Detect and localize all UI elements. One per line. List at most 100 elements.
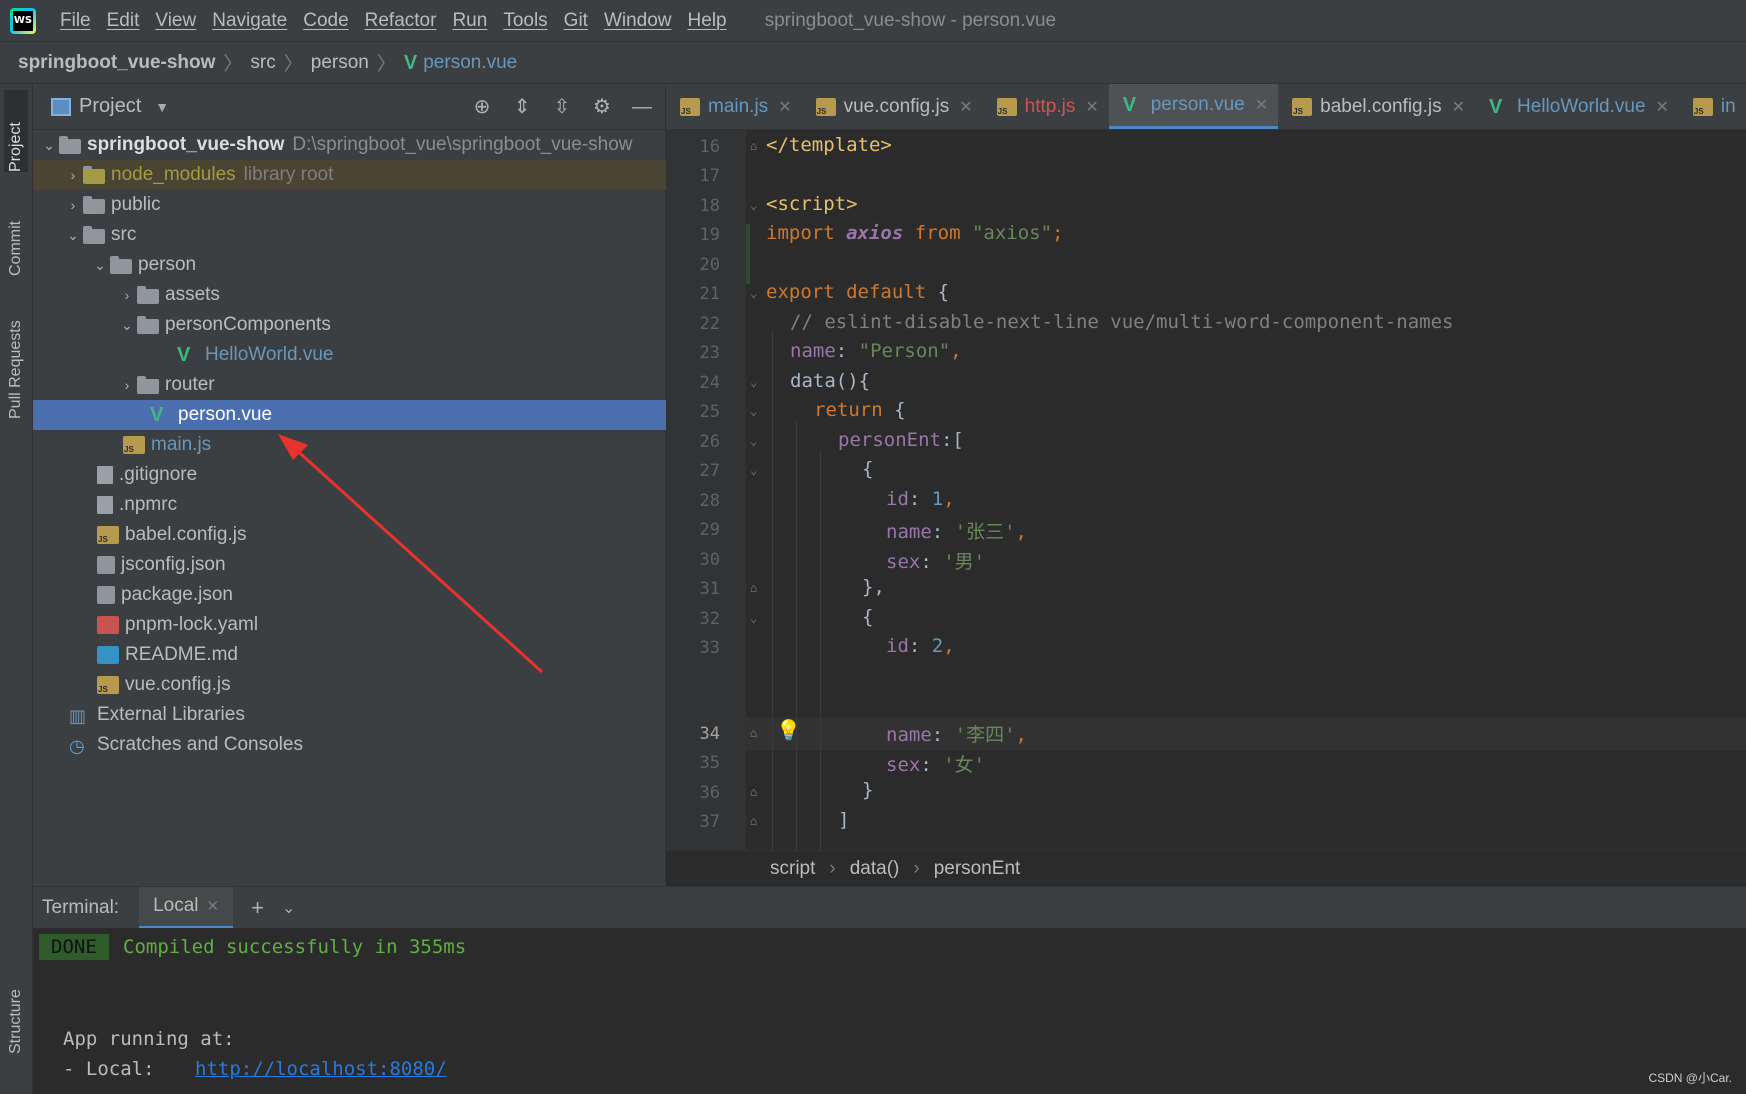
tree-item-node-modules[interactable]: › node_modules library root — [33, 160, 666, 190]
tree-item-person-vue[interactable]: V person.vue — [33, 400, 666, 430]
menu-git[interactable]: Git — [556, 10, 596, 32]
code-editor[interactable]: 16 17 18 19 20 21 22 23 24 25 26 27 28 2… — [666, 130, 1746, 850]
chevron-right-icon[interactable]: › — [63, 197, 83, 213]
fold-marker-icon[interactable]: ⌄ — [750, 404, 762, 418]
chevron-down-icon[interactable]: ⌄ — [282, 898, 295, 918]
tree-item-scratches[interactable]: ◷ Scratches and Consoles — [33, 730, 666, 760]
tab-vue-config-label: vue.config.js — [843, 96, 950, 117]
breadcrumb-project[interactable]: springboot_vue-show — [18, 52, 215, 74]
tree-item-personcomponents[interactable]: ⌄ personComponents — [33, 310, 666, 340]
gear-icon[interactable]: ⚙ — [589, 94, 615, 120]
chevron-right-icon[interactable]: › — [117, 287, 137, 303]
collapse-all-icon[interactable]: ⇳ — [549, 94, 575, 120]
close-icon[interactable]: ✕ — [959, 97, 972, 117]
tool-tab-project[interactable]: Project — [4, 90, 28, 172]
chevron-down-icon[interactable]: ▼ — [155, 99, 169, 115]
fold-marker-icon[interactable]: ⌄ — [750, 286, 762, 300]
chevron-down-icon[interactable]: ⌄ — [39, 137, 59, 154]
editor-crumb-personent[interactable]: personEnt — [934, 858, 1021, 880]
fold-marker-icon[interactable]: ⌂ — [750, 814, 762, 828]
menu-refactor[interactable]: Refactor — [357, 10, 445, 32]
menu-edit[interactable]: Edit — [99, 10, 148, 32]
lightbulb-icon[interactable]: 💡 — [776, 718, 801, 742]
menu-navigate[interactable]: Navigate — [204, 10, 295, 32]
fold-marker-icon[interactable]: ⌂ — [750, 139, 762, 153]
code-token: name — [886, 521, 932, 543]
breadcrumb-src[interactable]: src — [250, 52, 275, 74]
chevron-down-icon[interactable]: ⌄ — [90, 257, 110, 274]
tree-item-main-js[interactable]: main.js — [33, 430, 666, 460]
tool-tab-commit[interactable]: Commit — [4, 184, 28, 276]
fold-marker-icon[interactable]: ⌄ — [750, 375, 762, 389]
tree-item-gitignore[interactable]: .gitignore — [33, 460, 666, 490]
chevron-down-icon[interactable]: ⌄ — [63, 227, 83, 244]
plus-icon[interactable]: + — [251, 895, 264, 921]
close-icon[interactable]: ✕ — [207, 897, 220, 915]
tree-item-person[interactable]: ⌄ person — [33, 250, 666, 280]
tree-item-npmrc[interactable]: .npmrc — [33, 490, 666, 520]
code-line-31: }, — [862, 576, 885, 598]
tree-item-public[interactable]: › public — [33, 190, 666, 220]
tab-partial[interactable]: in — [1679, 84, 1746, 129]
menu-code[interactable]: Code — [295, 10, 356, 32]
tab-vue-config[interactable]: vue.config.js ✕ — [802, 84, 983, 129]
menu-help[interactable]: Help — [680, 10, 735, 32]
close-icon[interactable]: ✕ — [1452, 97, 1465, 117]
chevron-down-icon[interactable]: ⌄ — [117, 317, 137, 334]
chevron-right-icon[interactable]: › — [63, 167, 83, 183]
expand-all-icon[interactable]: ⇕ — [509, 94, 535, 120]
menu-view[interactable]: View — [147, 10, 204, 32]
tab-main-js[interactable]: main.js ✕ — [666, 84, 802, 129]
minimize-icon[interactable]: — — [629, 94, 655, 120]
tree-item-external-libraries[interactable]: ▥ External Libraries — [33, 700, 666, 730]
close-icon[interactable]: ✕ — [778, 97, 791, 117]
tree-item-package[interactable]: package.json — [33, 580, 666, 610]
fold-marker-icon[interactable]: ⌄ — [750, 611, 762, 625]
tree-item-helloworld[interactable]: V HelloWorld.vue — [33, 340, 666, 370]
editor-crumb-data[interactable]: data() — [850, 858, 900, 880]
local-url-link[interactable]: http://localhost:8080/ — [195, 1058, 447, 1080]
tree-item-router[interactable]: › router — [33, 370, 666, 400]
tree-item-src[interactable]: ⌄ src — [33, 220, 666, 250]
breadcrumb-file[interactable]: person.vue — [423, 52, 517, 74]
code-token: , — [1015, 724, 1027, 746]
tree-item-babel[interactable]: babel.config.js — [33, 520, 666, 550]
close-icon[interactable]: ✕ — [1255, 95, 1268, 115]
fold-marker-icon[interactable]: ⌄ — [750, 463, 762, 477]
close-icon[interactable]: ✕ — [1656, 97, 1669, 117]
project-panel-title[interactable]: Project — [79, 95, 141, 118]
tree-item-assets[interactable]: › assets — [33, 280, 666, 310]
breadcrumb-person[interactable]: person — [311, 52, 369, 74]
chevron-right-icon[interactable]: › — [117, 377, 137, 393]
tab-http-js[interactable]: http.js ✕ — [983, 84, 1109, 129]
line-number: 29 — [699, 520, 720, 540]
tree-item-jsconfig[interactable]: jsconfig.json — [33, 550, 666, 580]
tool-tab-structure[interactable]: Structure — [4, 954, 28, 1054]
locate-icon[interactable]: ⊕ — [469, 94, 495, 120]
tree-item-vueconfig[interactable]: vue.config.js — [33, 670, 666, 700]
fold-marker-icon[interactable]: ⌄ — [750, 434, 762, 448]
fold-marker-icon[interactable]: ⌂ — [750, 785, 762, 799]
menu-tools[interactable]: Tools — [495, 10, 555, 32]
fold-marker-icon[interactable]: ⌂ — [750, 581, 762, 595]
code-token: { — [882, 399, 906, 421]
code-token: default — [846, 281, 927, 303]
terminal-tab-local[interactable]: Local ✕ — [139, 886, 234, 929]
tree-item-root[interactable]: ⌄ springboot_vue-show D:\springboot_vue\… — [33, 130, 666, 160]
tree-item-pnpm[interactable]: pnpm-lock.yaml — [33, 610, 666, 640]
vue-file-icon: V — [1122, 94, 1137, 116]
tab-helloworld[interactable]: V HelloWorld.vue ✕ — [1475, 84, 1679, 129]
tab-person-vue[interactable]: V person.vue ✕ — [1108, 84, 1279, 129]
tree-item-readme[interactable]: README.md — [33, 640, 666, 670]
menu-file[interactable]: File — [52, 10, 99, 32]
fold-marker-icon[interactable]: ⌂ — [750, 726, 762, 740]
tool-tab-pull-requests[interactable]: Pull Requests — [4, 289, 28, 419]
menu-run[interactable]: Run — [444, 10, 495, 32]
editor-crumb-script[interactable]: script — [770, 858, 815, 880]
menu-window[interactable]: Window — [596, 10, 680, 32]
fold-marker-icon[interactable]: ⌄ — [750, 198, 762, 212]
close-icon[interactable]: ✕ — [1085, 97, 1098, 117]
tab-babel-config[interactable]: babel.config.js ✕ — [1278, 84, 1475, 129]
terminal-output[interactable]: DONE Compiled successfully in 355ms App … — [33, 928, 1746, 1094]
code-token: '张三' — [954, 521, 1016, 543]
